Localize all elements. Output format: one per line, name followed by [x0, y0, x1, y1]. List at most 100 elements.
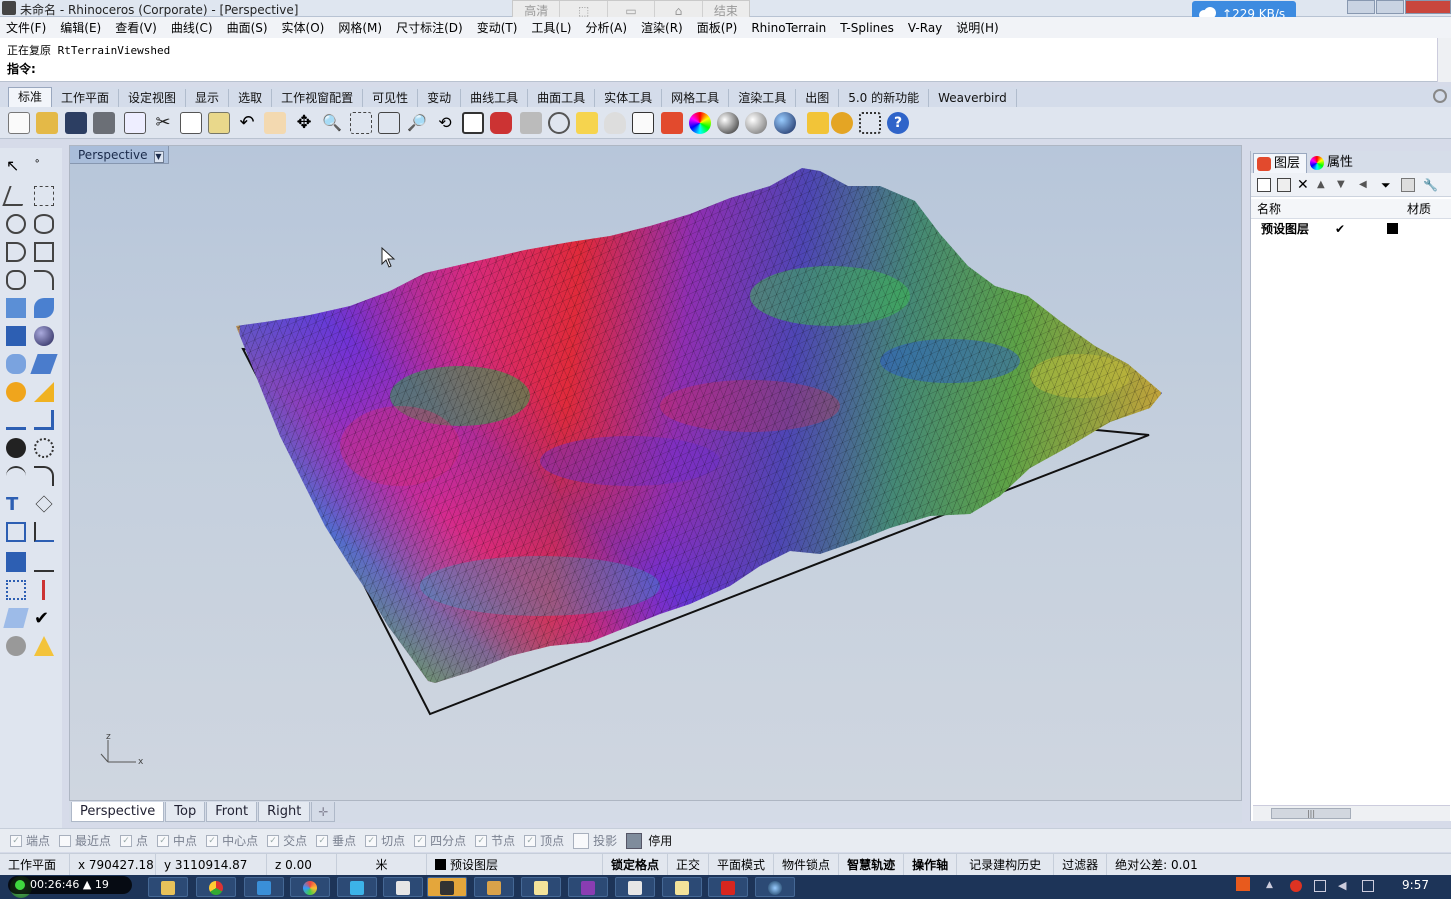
- column-name[interactable]: 名称: [1257, 199, 1281, 219]
- curve-cv-icon[interactable]: [34, 186, 54, 206]
- display-tray-icon[interactable]: [1362, 880, 1374, 892]
- status-smarttrack[interactable]: 智慧轨迹: [839, 853, 905, 876]
- menu-transform[interactable]: 变动(T): [477, 19, 518, 36]
- osnap-disable[interactable]: 停用: [626, 832, 672, 849]
- menu-mesh[interactable]: 网格(M): [338, 19, 382, 36]
- tab-viewport-layout[interactable]: 工作视窗配置: [272, 89, 364, 107]
- tab-cplanes[interactable]: 工作平面: [52, 89, 120, 107]
- tab-new-in-v5[interactable]: 5.0 的新功能: [839, 89, 930, 107]
- status-record-history[interactable]: 记录建构历史: [957, 853, 1055, 876]
- rectangle-icon[interactable]: [34, 242, 54, 262]
- close-button[interactable]: [1405, 0, 1451, 14]
- lock-icon[interactable]: [632, 112, 654, 134]
- group-icon[interactable]: [6, 438, 26, 458]
- undo-icon[interactable]: ↶: [236, 112, 258, 134]
- osnap-project-checkbox[interactable]: [573, 832, 590, 849]
- ellipse-icon[interactable]: [34, 214, 54, 234]
- move-up-icon[interactable]: ▲: [1317, 178, 1331, 192]
- osnap-tangent-checkbox[interactable]: ✓: [365, 834, 378, 847]
- menu-analyze[interactable]: 分析(A): [585, 19, 627, 36]
- trim-icon[interactable]: [34, 382, 54, 402]
- flow-icon[interactable]: [34, 466, 54, 486]
- menu-panels[interactable]: 面板(P): [697, 19, 738, 36]
- layers-icon[interactable]: [661, 112, 683, 134]
- osnap-perp[interactable]: ✓ 垂点: [316, 832, 356, 849]
- menu-tools[interactable]: 工具(L): [531, 19, 571, 36]
- viewport-tab-front[interactable]: Front: [206, 802, 258, 822]
- tab-surface-tools[interactable]: 曲面工具: [528, 89, 596, 107]
- extrude-surface-icon[interactable]: [34, 298, 54, 318]
- current-layer-check-icon[interactable]: ✔: [1335, 219, 1345, 239]
- select-icon[interactable]: [548, 112, 570, 134]
- osnap-vertex[interactable]: ✓ 顶点: [524, 832, 564, 849]
- osnap-end-checkbox[interactable]: ✓: [10, 834, 22, 847]
- toolbar-settings-gear-icon[interactable]: [1433, 89, 1447, 103]
- join-icon[interactable]: [34, 410, 54, 430]
- osnap-quad[interactable]: ✓ 四分点: [414, 832, 466, 849]
- tab-standard[interactable]: 标准: [8, 87, 53, 107]
- drape-icon[interactable]: [3, 608, 29, 628]
- volume-icon[interactable]: ◀: [1338, 880, 1350, 892]
- import-icon[interactable]: [124, 112, 146, 134]
- array-icon[interactable]: [6, 522, 26, 542]
- rotate-view-icon[interactable]: ✥: [293, 112, 315, 134]
- move-down-icon[interactable]: ▼: [1337, 178, 1351, 192]
- text-icon[interactable]: T: [6, 494, 26, 515]
- new-layer-icon[interactable]: [1257, 178, 1271, 192]
- taskbar-rhino-2[interactable]: [615, 877, 655, 897]
- status-planar[interactable]: 平面模式: [709, 853, 775, 876]
- tray-expand-icon[interactable]: ▲: [1266, 880, 1278, 892]
- scroll-thumb[interactable]: |||: [1271, 808, 1351, 819]
- render-icon[interactable]: [774, 112, 796, 134]
- terrain-mesh[interactable]: x z: [70, 146, 1242, 801]
- menu-view[interactable]: 查看(V): [115, 19, 157, 36]
- status-filter[interactable]: 过滤器: [1054, 853, 1108, 876]
- status-gumball[interactable]: 操作轴: [904, 853, 958, 876]
- tab-set-view[interactable]: 设定视图: [119, 89, 187, 107]
- status-grid-snap[interactable]: 锁定格点: [603, 853, 669, 876]
- viewport-tab-top[interactable]: Top: [165, 802, 206, 822]
- status-ortho[interactable]: 正交: [668, 853, 710, 876]
- tab-solid-tools[interactable]: 实体工具: [595, 89, 663, 107]
- fillet-curve-icon[interactable]: [34, 270, 54, 290]
- open-folder-icon[interactable]: [36, 112, 58, 134]
- check-icon[interactable]: ✔: [34, 608, 54, 629]
- analyze-icon[interactable]: [6, 636, 26, 656]
- menu-vray[interactable]: V-Ray: [908, 21, 942, 35]
- menu-file[interactable]: 文件(F): [6, 19, 46, 36]
- network-tray-icon[interactable]: [1314, 880, 1326, 892]
- points-cloud-icon[interactable]: [34, 438, 54, 458]
- layer-tools-icon[interactable]: [1401, 178, 1415, 192]
- mirror-icon[interactable]: [34, 522, 54, 542]
- render-pipe-icon[interactable]: [34, 636, 54, 656]
- tab-weaverbird[interactable]: Weaverbird: [929, 89, 1017, 107]
- maximize-button[interactable]: [1376, 0, 1404, 14]
- taskbar-app-8[interactable]: [474, 877, 514, 897]
- osnap-intersection[interactable]: ✓ 交点: [267, 832, 307, 849]
- taskbar-app-9[interactable]: [521, 877, 561, 897]
- polyline-icon[interactable]: [2, 186, 30, 206]
- four-viewports-icon[interactable]: [462, 112, 484, 134]
- taskbar-app-12[interactable]: [662, 877, 702, 897]
- cylinder-icon[interactable]: [6, 354, 26, 374]
- taskbar-rhino-active[interactable]: [427, 877, 467, 897]
- ruler-icon[interactable]: [42, 580, 50, 600]
- paste-icon[interactable]: [208, 112, 230, 134]
- snap-icon[interactable]: [859, 112, 881, 134]
- osnap-end[interactable]: ✓ 端点: [10, 832, 50, 849]
- dimension-icon[interactable]: [34, 552, 54, 572]
- osnap-center[interactable]: ✓ 中心点: [206, 832, 258, 849]
- menu-dimension[interactable]: 尺寸标注(D): [396, 19, 463, 36]
- arc-icon[interactable]: [6, 242, 26, 262]
- menu-solid[interactable]: 实体(O): [282, 19, 325, 36]
- layer-row[interactable]: 预设图层 ✔: [1251, 219, 1451, 239]
- tab-layers[interactable]: 图层: [1253, 153, 1308, 173]
- rendered-sphere-icon[interactable]: [745, 112, 767, 134]
- taskbar-explorer[interactable]: [148, 877, 188, 897]
- boolean-union-icon[interactable]: [34, 326, 54, 346]
- tab-drafting[interactable]: 出图: [796, 89, 840, 107]
- new-file-icon[interactable]: [8, 112, 30, 134]
- menu-help[interactable]: 说明(H): [956, 19, 998, 36]
- taskbar-app-4[interactable]: [290, 877, 330, 897]
- zoom-icon[interactable]: 🔍: [321, 112, 343, 134]
